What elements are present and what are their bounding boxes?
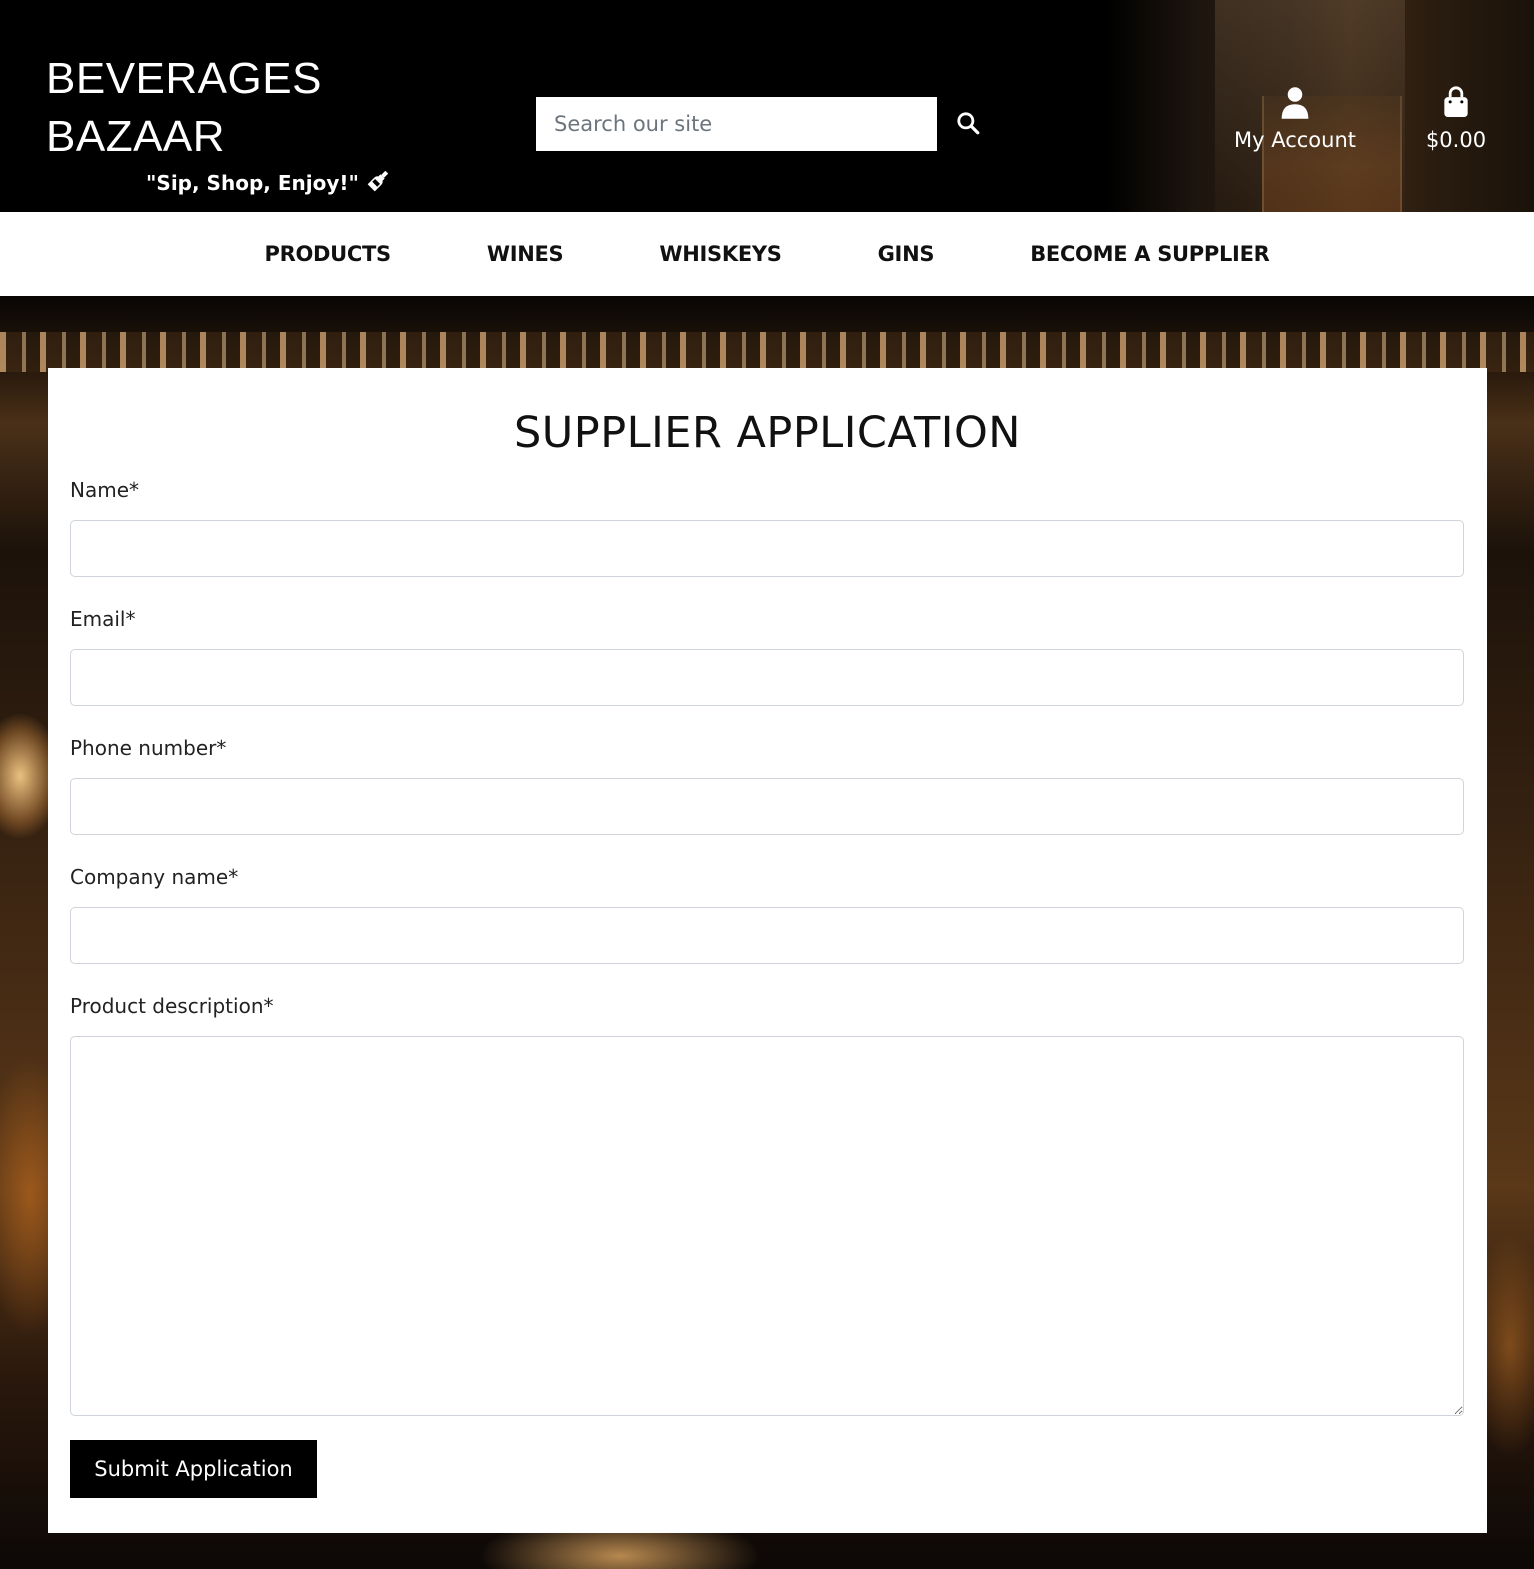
shopping-bag-icon <box>1442 86 1470 124</box>
shopping-bag-link[interactable]: $0.00 <box>1416 86 1496 166</box>
nav-item-wines[interactable]: WINES <box>487 242 564 266</box>
brand-line-1: BEVERAGES <box>46 54 322 103</box>
my-account-link[interactable]: My Account <box>1228 86 1362 166</box>
nav-item-whiskeys[interactable]: WHISKEYS <box>659 242 782 266</box>
page-title: SUPPLIER APPLICATION <box>514 408 1021 458</box>
email-field[interactable] <box>70 649 1464 706</box>
tagline-text: "Sip, Shop, Enjoy!" <box>146 170 359 195</box>
nav-item-become-a-supplier[interactable]: BECOME A SUPPLIER <box>1030 242 1270 266</box>
company-name-label: Company name* <box>70 865 239 889</box>
wine-bottle-icon <box>367 168 391 197</box>
site-header: BEVERAGES BAZAAR "Sip, Shop, Enjoy!" My … <box>0 0 1534 212</box>
main-navigation: PRODUCTS WINES WHISKEYS GINS BECOME A SU… <box>0 212 1534 296</box>
supplier-application-form: SUPPLIER APPLICATION Name* Email* Phone … <box>48 368 1487 1533</box>
nav-item-gins[interactable]: GINS <box>878 242 935 266</box>
phone-number-field[interactable] <box>70 778 1464 835</box>
company-name-field[interactable] <box>70 907 1464 964</box>
search-icon <box>955 110 981 139</box>
submit-application-button[interactable]: Submit Application <box>70 1440 317 1498</box>
search-button[interactable] <box>937 97 999 151</box>
background-lights <box>0 332 1534 372</box>
email-label: Email* <box>70 607 136 631</box>
brand-line-2: BAZAAR <box>46 112 226 161</box>
product-description-label: Product description* <box>70 994 274 1018</box>
site-logo[interactable]: BEVERAGES BAZAAR <box>46 50 322 166</box>
product-description-field[interactable] <box>70 1036 1464 1416</box>
search-input[interactable] <box>536 97 937 151</box>
user-icon <box>1280 86 1310 124</box>
my-account-label: My Account <box>1233 128 1356 152</box>
bag-total: $0.00 <box>1425 128 1487 152</box>
tagline: "Sip, Shop, Enjoy!" <box>146 168 391 197</box>
name-field[interactable] <box>70 520 1464 577</box>
nav-item-products[interactable]: PRODUCTS <box>265 242 392 266</box>
name-label: Name* <box>70 478 140 502</box>
phone-number-label: Phone number* <box>70 736 227 760</box>
